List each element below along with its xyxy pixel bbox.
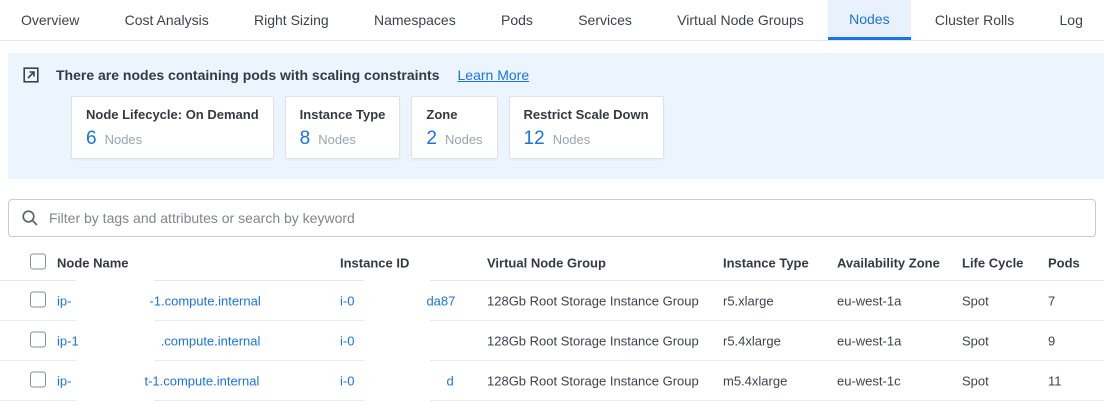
redacted-text-gap <box>71 384 144 385</box>
pods-cell: 9 <box>1048 333 1055 348</box>
col-life-cycle: Life Cycle <box>962 255 1023 270</box>
card-zone[interactable]: Zone 2 Nodes <box>411 96 497 159</box>
cluster-tab-bar: Overview Cost Analysis Right Sizing Name… <box>0 0 1104 41</box>
redacted-text-gap <box>79 344 161 345</box>
availability-zone-cell: eu-west-1a <box>837 333 901 348</box>
card-instance-type[interactable]: Instance Type 8 Nodes <box>285 96 401 159</box>
table-row: ip-t-1.compute.internal i-0d 128Gb Root … <box>0 361 1104 401</box>
virtual-node-group-cell: 128Gb Root Storage Instance Group <box>487 373 699 388</box>
life-cycle-cell: Spot <box>962 373 989 388</box>
life-cycle-cell: Spot <box>962 293 989 308</box>
instance-type-cell: m5.4xlarge <box>723 373 787 388</box>
banner-message: There are nodes containing pods with sca… <box>56 67 440 83</box>
col-instance-type: Instance Type <box>723 255 809 270</box>
redacted-text-gap <box>71 304 149 305</box>
card-unit: Nodes <box>445 132 483 147</box>
tab-nodes[interactable]: Nodes <box>828 0 910 40</box>
card-label: Zone <box>426 107 482 122</box>
instance-id-link[interactable]: i-0da87 <box>340 293 455 308</box>
card-node-lifecycle[interactable]: Node Lifecycle: On Demand 6 Nodes <box>71 96 274 159</box>
tab-services[interactable]: Services <box>557 0 653 40</box>
card-label: Restrict Scale Down <box>524 107 649 122</box>
node-name-link[interactable]: ip-t-1.compute.internal <box>57 373 259 388</box>
select-all-checkbox[interactable] <box>30 253 46 269</box>
card-label: Instance Type <box>300 107 386 122</box>
instance-type-cell: r5.xlarge <box>723 293 774 308</box>
card-count: 8 <box>300 129 311 148</box>
search-icon <box>21 209 39 227</box>
tab-cluster-rolls[interactable]: Cluster Rolls <box>914 0 1035 40</box>
table-header-row: Node Name Instance ID Virtual Node Group… <box>0 245 1104 281</box>
tab-namespaces[interactable]: Namespaces <box>353 0 477 40</box>
tab-cost-analysis[interactable]: Cost Analysis <box>104 0 230 40</box>
tab-pods[interactable]: Pods <box>480 0 554 40</box>
filter-search-input[interactable] <box>49 210 1083 226</box>
node-name-link[interactable]: ip-1.compute.internal <box>57 333 260 348</box>
card-unit: Nodes <box>318 132 356 147</box>
table-row: ip-1.compute.internal i-0 128Gb Root Sto… <box>0 321 1104 361</box>
constraint-cards: Node Lifecycle: On Demand 6 Nodes Instan… <box>71 96 1088 159</box>
row-checkbox[interactable] <box>30 331 46 347</box>
virtual-node-group-cell: 128Gb Root Storage Instance Group <box>487 333 699 348</box>
col-instance-id: Instance ID <box>340 255 409 270</box>
tab-log[interactable]: Log <box>1039 0 1104 40</box>
card-unit: Nodes <box>553 132 591 147</box>
pods-cell: 11 <box>1048 373 1062 388</box>
card-count: 12 <box>524 129 545 148</box>
pods-cell: 7 <box>1048 293 1055 308</box>
redaction-overlay <box>364 319 430 363</box>
table-row: ip--1.compute.internal i-0da87 128Gb Roo… <box>0 281 1104 321</box>
card-label: Node Lifecycle: On Demand <box>86 107 259 122</box>
life-cycle-cell: Spot <box>962 333 989 348</box>
scaling-constraints-banner: There are nodes containing pods with sca… <box>8 53 1104 179</box>
col-availability-zone: Availability Zone <box>837 255 940 270</box>
tab-overview[interactable]: Overview <box>0 0 100 40</box>
card-count: 6 <box>86 129 97 148</box>
nodes-table: Node Name Instance ID Virtual Node Group… <box>0 245 1104 401</box>
learn-more-link[interactable]: Learn More <box>458 67 530 83</box>
tab-right-sizing[interactable]: Right Sizing <box>233 0 350 40</box>
redacted-text-gap <box>354 304 426 305</box>
instance-id-link[interactable]: i-0d <box>340 373 454 388</box>
col-virtual-node-group: Virtual Node Group <box>487 255 606 270</box>
instance-type-cell: r5.4xlarge <box>723 333 781 348</box>
virtual-node-group-cell: 128Gb Root Storage Instance Group <box>487 293 699 308</box>
node-name-link[interactable]: ip--1.compute.internal <box>57 293 261 308</box>
card-restrict-scale-down[interactable]: Restrict Scale Down 12 Nodes <box>509 96 664 159</box>
availability-zone-cell: eu-west-1c <box>837 373 901 388</box>
external-link-icon <box>22 66 40 84</box>
col-pods: Pods <box>1048 255 1080 270</box>
redacted-text-gap <box>354 384 446 385</box>
row-checkbox[interactable] <box>30 371 46 387</box>
col-node-name: Node Name <box>57 255 129 270</box>
card-count: 2 <box>426 129 437 148</box>
availability-zone-cell: eu-west-1a <box>837 293 901 308</box>
row-checkbox[interactable] <box>30 291 46 307</box>
instance-id-link[interactable]: i-0 <box>340 333 354 348</box>
banner-header: There are nodes containing pods with sca… <box>22 66 1088 84</box>
filter-search-bar[interactable] <box>8 199 1096 237</box>
tab-virtual-node-groups[interactable]: Virtual Node Groups <box>656 0 825 40</box>
card-unit: Nodes <box>105 132 143 147</box>
